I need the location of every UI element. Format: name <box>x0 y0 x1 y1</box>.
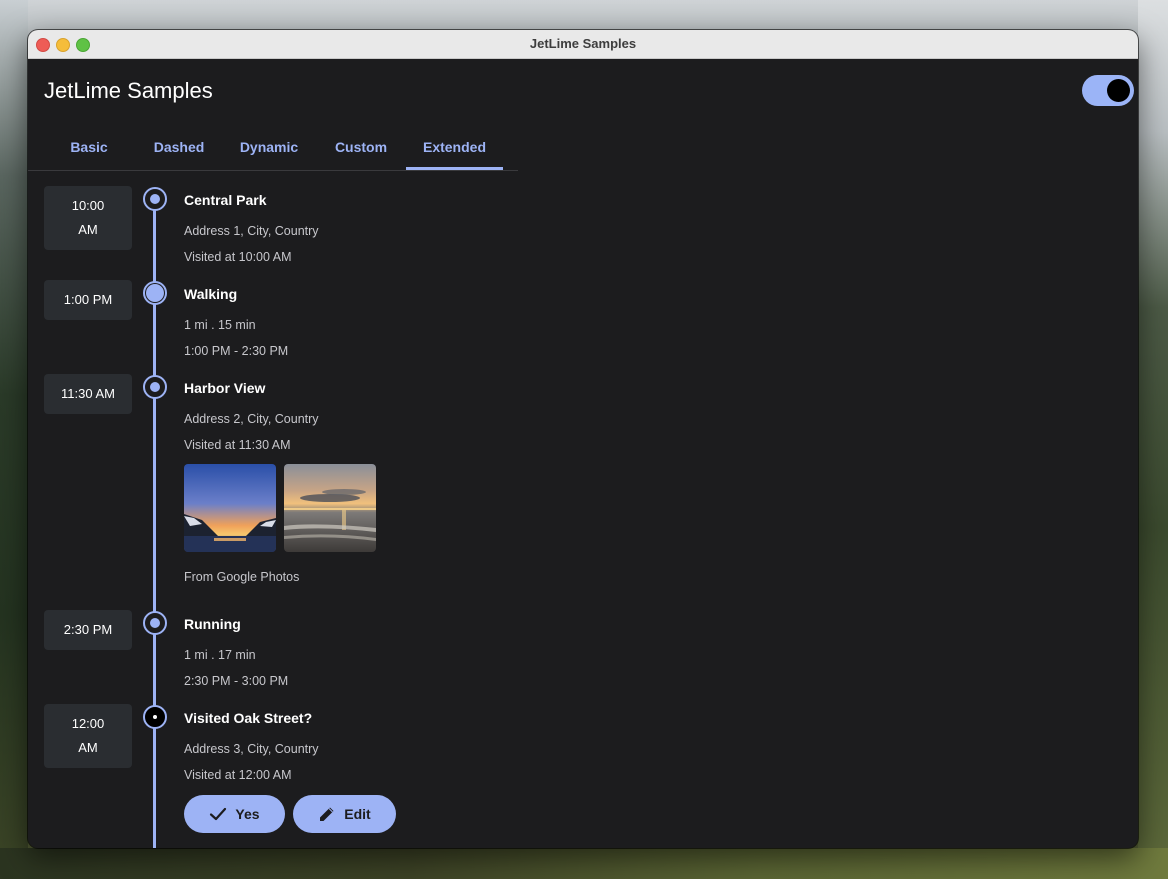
time-chip-line1: 2:30 PM <box>63 622 113 637</box>
theme-toggle-switch[interactable] <box>1082 75 1134 106</box>
tab-extended[interactable]: Extended <box>406 126 503 170</box>
desktop-wallpaper-left <box>0 0 28 879</box>
desktop-wallpaper-bottom <box>0 848 1168 879</box>
time-chip-line1: 12:00 <box>71 716 105 731</box>
event-title: Visited Oak Street? <box>184 710 313 726</box>
event-detail: Visited at 12:00 AM <box>184 768 292 782</box>
event-title: Central Park <box>184 192 267 208</box>
event-detail: 1 mi . 17 min <box>184 648 256 662</box>
event-detail: 1:00 PM - 2:30 PM <box>184 344 289 358</box>
timeline-point <box>143 375 167 399</box>
yes-button-label: Yes <box>235 806 260 822</box>
timeline-event: Harbor View Address 2, City, Country Vis… <box>184 380 319 458</box>
beach-sunset-photo <box>284 464 376 552</box>
window-titlebar[interactable]: JetLime Samples <box>28 30 1138 59</box>
tab-basic[interactable]: Basic <box>44 126 134 169</box>
desktop-wallpaper-right <box>1138 0 1168 879</box>
time-chip: 12:00 AM <box>44 704 132 768</box>
time-chip: 10:00 AM <box>44 186 132 250</box>
edit-button[interactable]: Edit <box>293 795 396 833</box>
tab-dynamic[interactable]: Dynamic <box>224 126 314 169</box>
time-chip: 1:00 PM <box>44 280 132 320</box>
timeline-point <box>143 705 167 729</box>
event-detail: Address 2, City, Country <box>184 412 319 426</box>
window-title: JetLime Samples <box>529 36 637 51</box>
toggle-thumb <box>1107 79 1130 102</box>
app-title: JetLime Samples <box>44 78 213 103</box>
time-chip: 2:30 PM <box>44 610 132 650</box>
timeline-point <box>143 187 167 211</box>
timeline-point <box>143 281 167 305</box>
app-window: JetLime Samples JetLime Samples Basic Da… <box>28 30 1138 848</box>
timeline-event: Walking 1 mi . 15 min 1:00 PM - 2:30 PM <box>184 286 288 364</box>
tab-custom[interactable]: Custom <box>316 126 406 169</box>
event-detail: Address 1, City, Country <box>184 224 319 238</box>
event-detail: Address 3, City, Country <box>184 742 319 756</box>
photo-thumbnail[interactable] <box>284 464 376 552</box>
tab-bar: Basic Dashed Dynamic Custom Extended <box>28 126 518 171</box>
time-chip-line1: 10:00 <box>71 198 105 213</box>
event-title: Harbor View <box>184 380 266 396</box>
event-detail: Visited at 11:30 AM <box>184 438 291 452</box>
event-title: Walking <box>184 286 238 302</box>
timeline-event: Visited Oak Street? Address 3, City, Cou… <box>184 710 319 788</box>
timeline-event: Central Park Address 1, City, Country Vi… <box>184 192 319 270</box>
time-chip-line1: 1:00 PM <box>63 292 113 307</box>
tab-dashed[interactable]: Dashed <box>134 126 224 169</box>
event-detail: 1 mi . 15 min <box>184 318 256 332</box>
event-detail: 2:30 PM - 3:00 PM <box>184 674 289 688</box>
photo-thumbnail[interactable] <box>184 464 276 552</box>
time-chip-line2: AM <box>78 222 98 237</box>
pencil-icon <box>320 807 334 821</box>
check-icon <box>210 807 227 821</box>
time-chip-line1: 11:30 AM <box>61 386 115 401</box>
timeline-event: Running 1 mi . 17 min 2:30 PM - 3:00 PM <box>184 616 288 694</box>
time-chip: 11:30 AM <box>44 374 132 414</box>
edit-button-label: Edit <box>344 806 371 822</box>
timeline-point <box>143 611 167 635</box>
photo-strip <box>184 464 376 552</box>
event-actions: Yes Edit <box>184 795 396 833</box>
event-title: Running <box>184 616 241 632</box>
photos-caption: From Google Photos <box>184 570 300 584</box>
time-chip-line2: AM <box>78 740 98 755</box>
yes-button[interactable]: Yes <box>184 795 285 833</box>
mountain-lake-sunset-photo <box>184 464 276 552</box>
event-detail: Visited at 10:00 AM <box>184 250 292 264</box>
